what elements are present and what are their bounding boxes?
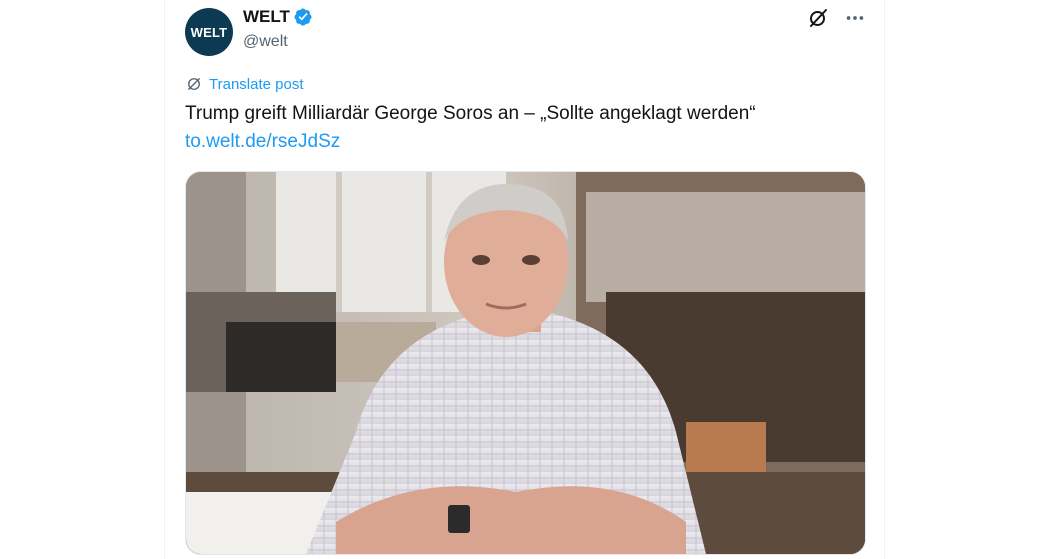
more-icon[interactable]: [844, 7, 866, 29]
post-card[interactable]: WELT WELT @welt Translate post Trump gre…: [164, 0, 885, 559]
page: WELT WELT @welt Translate post Trump gre…: [0, 0, 1050, 559]
header-actions: [806, 6, 866, 30]
avatar-logo-text: WELT: [190, 24, 228, 40]
post-text: Trump greift Milliardär George Soros an …: [185, 103, 756, 124]
author-handle[interactable]: @welt: [243, 33, 313, 51]
verified-badge-icon: [294, 8, 312, 26]
author-name-row: WELT: [243, 6, 313, 28]
photo-illustration: [186, 172, 865, 554]
translate-post-label[interactable]: Translate post: [209, 76, 304, 93]
author-block: WELT @welt: [243, 6, 313, 51]
translate-post-button[interactable]: Translate post: [185, 75, 304, 93]
translate-icon: [188, 78, 200, 90]
post-link[interactable]: to.welt.de/rseJdSz: [185, 128, 340, 156]
author-avatar[interactable]: WELT: [185, 8, 233, 56]
grok-icon[interactable]: [806, 6, 830, 30]
post-media-image[interactable]: [185, 171, 866, 555]
author-name[interactable]: WELT: [243, 7, 290, 27]
